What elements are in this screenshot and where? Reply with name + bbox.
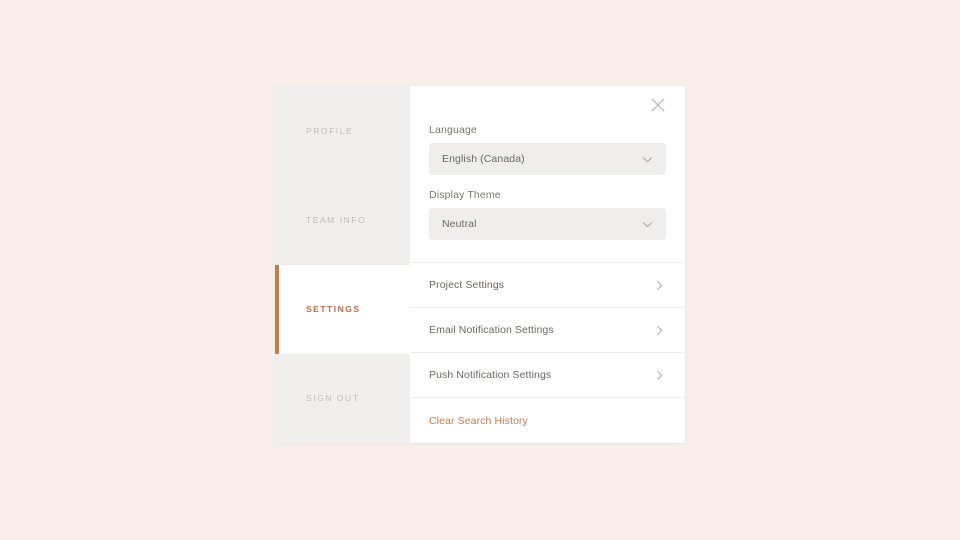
chevron-down-icon	[643, 221, 652, 227]
language-select[interactable]: English (Canada)	[429, 143, 666, 175]
display-theme-select[interactable]: Neutral	[429, 208, 666, 240]
sidebar-item-sign-out[interactable]: SIGN OUT	[275, 353, 410, 443]
chevron-right-icon	[657, 370, 663, 380]
sidebar-item-label: PROFILE	[306, 125, 354, 136]
sidebar-item-team-info[interactable]: TEAM INFO	[275, 175, 410, 265]
language-field: Language English (Canada)	[429, 124, 666, 175]
settings-list: Project Settings Email Notification Sett…	[410, 262, 685, 443]
chevron-right-icon	[657, 280, 663, 290]
list-item-email-notification-settings[interactable]: Email Notification Settings	[410, 308, 685, 353]
list-item-label: Email Notification Settings	[429, 324, 554, 336]
list-item-push-notification-settings[interactable]: Push Notification Settings	[410, 353, 685, 398]
settings-panel: Language English (Canada) Display Theme …	[410, 86, 685, 443]
sidebar-item-settings[interactable]: SETTINGS	[275, 264, 410, 354]
language-label: Language	[429, 124, 477, 136]
list-item-label: Push Notification Settings	[429, 369, 552, 381]
chevron-down-icon	[643, 156, 652, 162]
display-theme-label: Display Theme	[429, 189, 501, 201]
chevron-right-icon	[657, 325, 663, 335]
sidebar-item-label: SIGN OUT	[306, 393, 360, 404]
sidebar-item-label: SETTINGS	[306, 304, 361, 315]
close-icon[interactable]	[649, 96, 667, 114]
list-item-project-settings[interactable]: Project Settings	[410, 263, 685, 308]
sidebar-item-profile[interactable]: PROFILE	[275, 86, 410, 176]
list-item-label: Clear Search History	[429, 414, 528, 427]
display-theme-select-value: Neutral	[442, 218, 477, 230]
settings-form: Language English (Canada) Display Theme …	[410, 124, 685, 262]
display-theme-field: Display Theme Neutral	[429, 189, 666, 240]
sidebar-item-label: TEAM INFO	[306, 214, 367, 225]
list-item-clear-search-history[interactable]: Clear Search History	[410, 398, 685, 443]
dialog-header	[410, 86, 685, 124]
settings-dialog: PROFILE TEAM INFO SETTINGS SIGN OUT Lang…	[275, 86, 685, 443]
active-indicator-bar	[275, 264, 279, 354]
settings-sidebar: PROFILE TEAM INFO SETTINGS SIGN OUT	[275, 86, 410, 443]
list-item-label: Project Settings	[429, 279, 505, 291]
app-background: PROFILE TEAM INFO SETTINGS SIGN OUT Lang…	[0, 0, 960, 540]
language-select-value: English (Canada)	[442, 153, 525, 165]
